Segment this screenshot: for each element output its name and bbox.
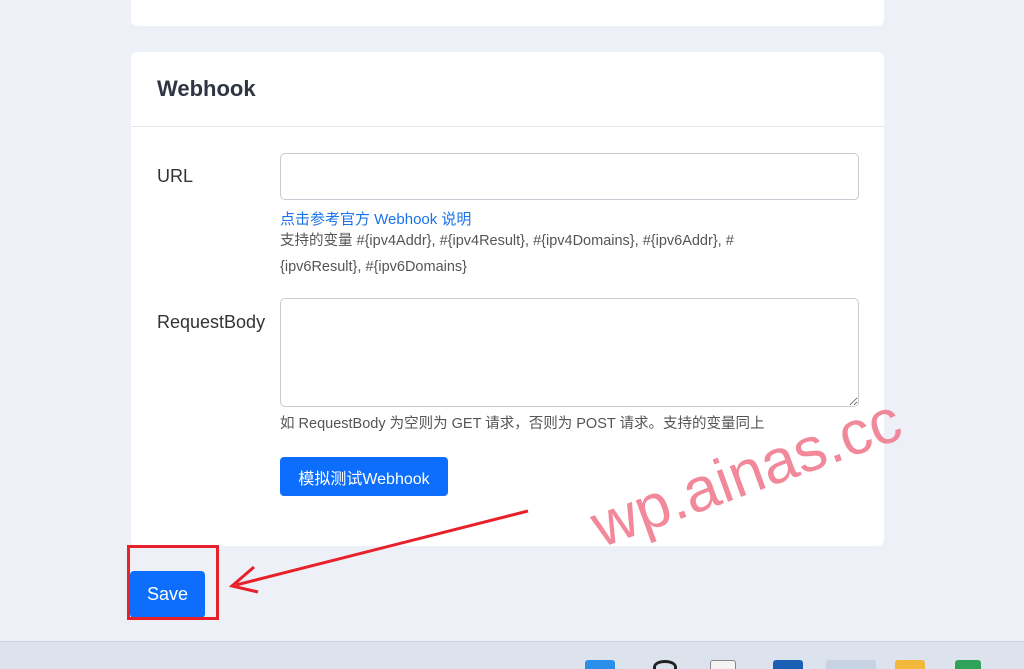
taskbar: [0, 641, 1024, 669]
store-icon[interactable]: [773, 660, 803, 669]
app-icon[interactable]: [955, 660, 981, 669]
folder-icon[interactable]: [895, 660, 925, 669]
windows-start-icon[interactable]: [585, 660, 615, 669]
edge-icon[interactable]: [826, 660, 876, 669]
search-icon[interactable]: [653, 660, 677, 669]
file-icon[interactable]: [710, 660, 736, 669]
